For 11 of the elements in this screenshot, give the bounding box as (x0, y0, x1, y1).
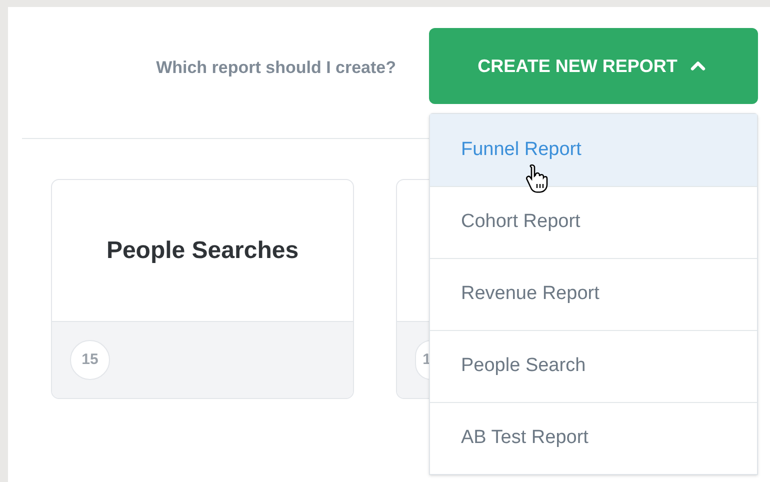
create-report-button[interactable]: CREATE NEW REPORT (429, 28, 758, 104)
menu-item[interactable]: Revenue Report (430, 258, 757, 330)
report-card[interactable]: People Searches 15 (51, 179, 354, 399)
menu-item[interactable]: AB Test Report (430, 402, 757, 474)
menu-item[interactable]: People Search (430, 330, 757, 402)
prompt-text: Which report should I create? (156, 57, 396, 79)
menu-item[interactable]: Funnel Report (430, 114, 757, 186)
card-title: People Searches (106, 236, 299, 266)
hand-cursor-icon (525, 163, 549, 193)
count-badge: 15 (70, 340, 110, 380)
menu-item[interactable]: Cohort Report (430, 186, 757, 258)
